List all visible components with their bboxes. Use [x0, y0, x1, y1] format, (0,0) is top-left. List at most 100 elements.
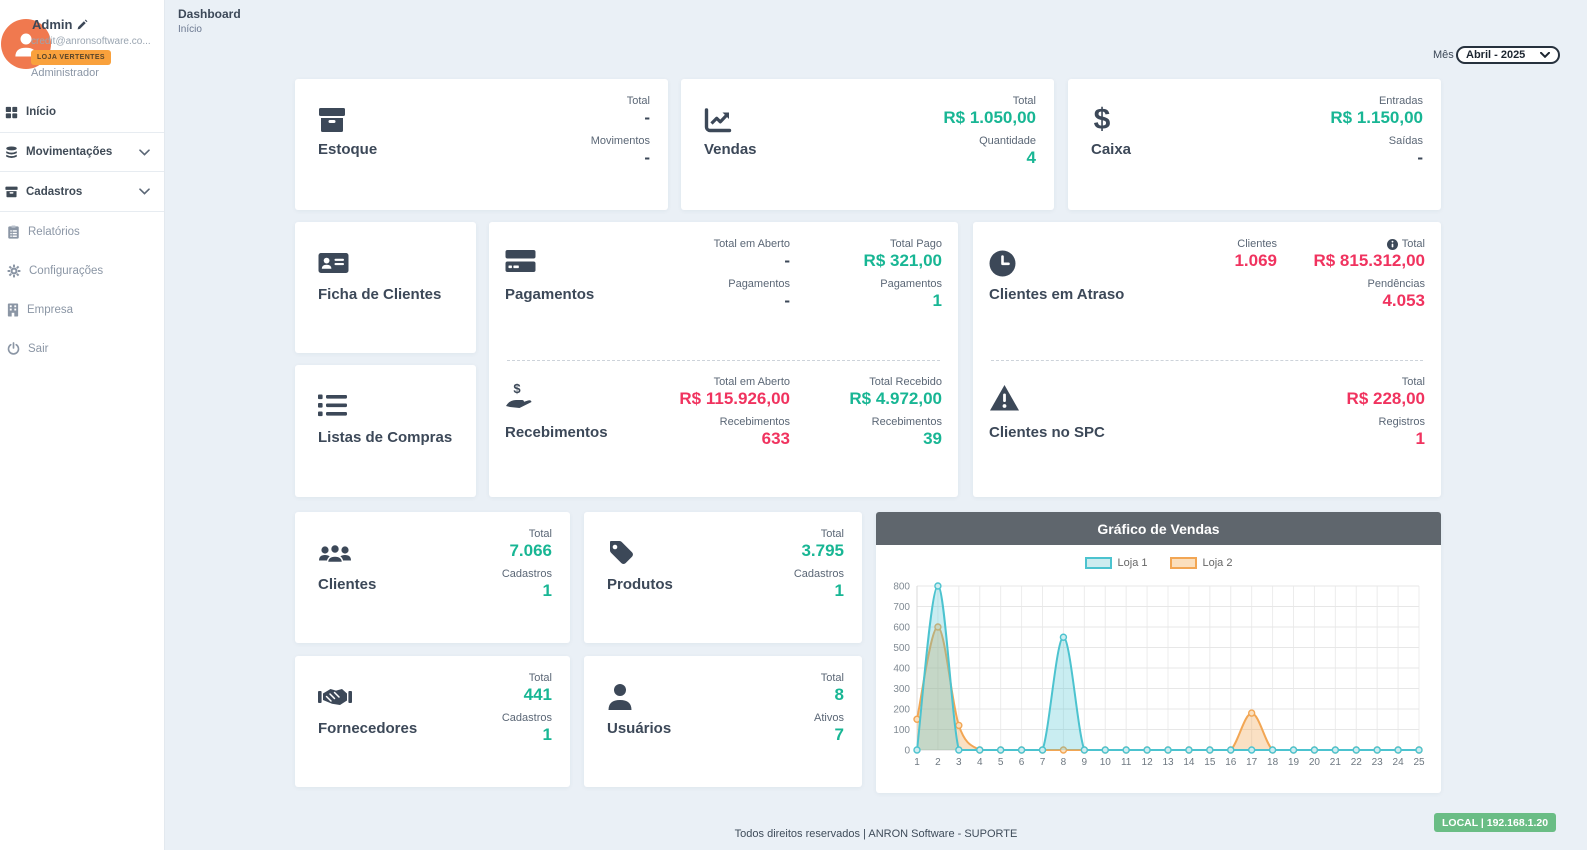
svg-text:400: 400	[893, 664, 910, 675]
store-badge: LOJA VERTENTES	[31, 50, 111, 65]
stat-label: Pagamentos	[880, 278, 942, 290]
stat-value: -	[1417, 147, 1423, 168]
section-clientes-atraso: Clientes em Atraso Clientes 1.069 Total …	[973, 222, 1441, 360]
sidebar-item-label: Configurações	[29, 265, 103, 277]
stat-value: 1	[835, 580, 844, 601]
stat-label: Total	[821, 672, 844, 684]
stat-label: Total	[1013, 95, 1036, 107]
sidebar-item-relatorios[interactable]: Relatórios	[0, 212, 164, 251]
svg-text:13: 13	[1162, 757, 1174, 768]
sidebar-item-sair[interactable]: Sair	[0, 329, 164, 368]
svg-text:5: 5	[998, 757, 1004, 768]
chart-line-icon	[704, 108, 732, 134]
sidebar-item-configuracoes[interactable]: Configurações	[0, 251, 164, 290]
svg-text:3: 3	[956, 757, 962, 768]
section-pagamentos: Pagamentos Total em Aberto - Pagamentos …	[489, 222, 958, 360]
stat-value: 1	[543, 724, 552, 745]
card-estoque: Estoque Total - Movimentos -	[295, 79, 668, 210]
card-sales-chart: Gráfico de Vendas Loja 1 Loja 2 01002003…	[876, 512, 1441, 793]
sidebar-item-empresa[interactable]: Empresa	[0, 290, 164, 329]
card-pagamentos-recebimentos: Pagamentos Total em Aberto - Pagamentos …	[489, 222, 958, 497]
svg-text:19: 19	[1288, 757, 1300, 768]
svg-text:11: 11	[1121, 757, 1132, 768]
svg-text:16: 16	[1225, 757, 1237, 768]
stat-label: Movimentos	[591, 135, 650, 147]
svg-text:700: 700	[893, 602, 910, 613]
building-icon	[7, 303, 19, 317]
stat-value: 4	[1027, 147, 1036, 168]
stat-value: 4.053	[1382, 290, 1425, 311]
stat-label: Total	[1387, 238, 1425, 250]
svg-text:14: 14	[1183, 757, 1195, 768]
environment-badge: LOCAL | 192.168.1.20	[1434, 813, 1556, 832]
svg-text:9: 9	[1082, 757, 1088, 768]
svg-text:100: 100	[893, 725, 910, 736]
tag-icon	[607, 539, 635, 567]
stat-label-text: Total	[1402, 238, 1425, 250]
stat-value: -	[644, 107, 650, 128]
stat-value: R$ 115.926,00	[679, 388, 790, 409]
svg-text:500: 500	[893, 643, 910, 654]
svg-text:800: 800	[893, 582, 910, 593]
stat-label: Total	[529, 672, 552, 684]
section-title: Recebimentos	[505, 424, 608, 441]
chevron-down-icon	[139, 188, 150, 195]
svg-text:$: $	[1094, 103, 1111, 135]
stat-label: Pagamentos	[728, 278, 790, 290]
pencil-edit-icon[interactable]	[77, 19, 88, 30]
stat-label: Cadastros	[502, 568, 552, 580]
card-usuarios: Usuários Total 8 Ativos 7	[584, 656, 862, 787]
svg-text:7: 7	[1040, 757, 1046, 768]
legend-item-loja1[interactable]: Loja 1	[1085, 557, 1148, 569]
user-name: Admin	[32, 17, 88, 32]
chevron-down-icon	[139, 149, 150, 156]
sidebar-item-inicio[interactable]: Início	[0, 92, 164, 132]
card-listas-compras: Listas de Compras	[295, 365, 476, 497]
stat-label: Recebimentos	[720, 416, 790, 428]
sidebar-item-cadastros[interactable]: Cadastros	[0, 172, 164, 212]
info-icon[interactable]	[1387, 239, 1398, 250]
dashboard-icon	[5, 106, 18, 119]
sidebar-item-movimentacoes[interactable]: Movimentações	[0, 132, 164, 172]
stat-label: Total	[1402, 376, 1425, 388]
legend-label: Loja 2	[1203, 557, 1233, 569]
card-clientes: Clientes Total 7.066 Cadastros 1	[295, 512, 570, 643]
section-title: Clientes em Atraso	[989, 286, 1124, 303]
stat-value: 1.069	[1234, 250, 1277, 271]
page-title: Dashboard	[178, 7, 241, 21]
stat-label: Pendências	[1368, 278, 1426, 290]
stat-value: 441	[524, 684, 552, 705]
stat-value: R$ 228,00	[1347, 388, 1425, 409]
svg-text:0: 0	[904, 746, 910, 757]
stat-value: 1	[1416, 428, 1425, 449]
sidebar-item-label: Sair	[28, 343, 48, 355]
svg-text:24: 24	[1393, 757, 1405, 768]
stat-label: Total em Aberto	[714, 238, 790, 250]
box-icon	[318, 108, 346, 133]
sidebar-item-label: Início	[26, 106, 56, 118]
month-select[interactable]: Abril - 2025	[1456, 46, 1560, 64]
svg-text:15: 15	[1204, 757, 1216, 768]
legend-item-loja2[interactable]: Loja 2	[1170, 557, 1233, 569]
legend-label: Loja 1	[1118, 557, 1148, 569]
stat-value: 39	[923, 428, 942, 449]
sidebar-item-label: Empresa	[27, 304, 73, 316]
svg-text:25: 25	[1413, 757, 1425, 768]
card-caixa: $ Caixa Entradas R$ 1.150,00 Saídas -	[1068, 79, 1441, 210]
handshake-icon	[318, 686, 352, 708]
stat-label: Total	[821, 528, 844, 540]
card-title: Ficha de Clientes	[318, 286, 441, 303]
card-title: Usuários	[607, 720, 671, 737]
stat-value: 633	[762, 428, 790, 449]
stat-value: R$ 321,00	[864, 250, 942, 271]
stat-value: R$ 4.972,00	[849, 388, 942, 409]
card-title: Clientes	[318, 576, 376, 593]
sidebar-item-label: Cadastros	[26, 186, 82, 198]
svg-text:17: 17	[1246, 757, 1258, 768]
layers-icon	[5, 146, 18, 159]
section-clientes-spc: Clientes no SPC Total R$ 228,00 Registro…	[973, 360, 1441, 497]
svg-text:18: 18	[1267, 757, 1279, 768]
sidebar-item-label: Relatórios	[28, 226, 80, 238]
svg-text:8: 8	[1061, 757, 1067, 768]
stat-label: Registros	[1379, 416, 1425, 428]
